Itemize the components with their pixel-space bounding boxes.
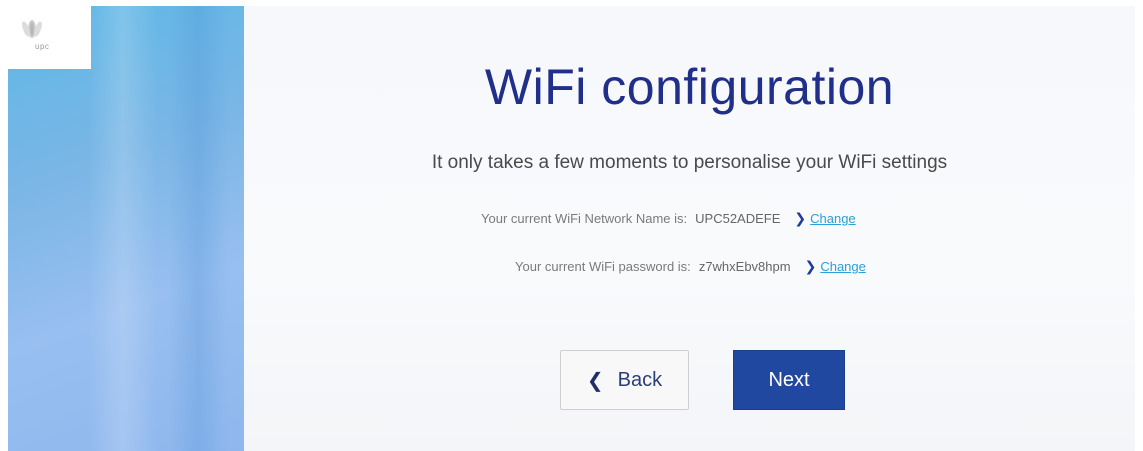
- chevron-left-icon: ❮: [586, 369, 604, 392]
- page-title: WiFi configuration: [484, 59, 895, 115]
- panel-dark-streak: [168, 6, 228, 451]
- password-row: Your current WiFi password is: z7whxEbv8h…: [515, 258, 866, 275]
- back-button[interactable]: ❮ Back: [560, 350, 689, 410]
- brand-logo: upc: [8, 6, 91, 69]
- chevron-right-icon[interactable]: ❯: [794, 210, 806, 227]
- logo-text: upc: [35, 42, 50, 51]
- network-name-label: Your current WiFi Network Name is:: [481, 211, 688, 226]
- change-password-link[interactable]: Change: [820, 259, 866, 274]
- password-value: z7whxEbv8hpm: [698, 259, 791, 274]
- panel-light-streak: [88, 6, 158, 451]
- chevron-right-icon[interactable]: ❯: [805, 258, 817, 275]
- page-subtitle: It only takes a few moments to personali…: [431, 152, 948, 173]
- network-name-row: Your current WiFi Network Name is: UPC52A…: [481, 210, 856, 227]
- next-button[interactable]: Next: [733, 350, 845, 410]
- side-decorative-panel: [8, 6, 244, 451]
- next-button-label: Next: [768, 368, 810, 391]
- upc-logo-icon: [22, 20, 42, 38]
- network-name-value: UPC52ADEFE: [695, 211, 781, 226]
- change-network-name-link[interactable]: Change: [810, 211, 856, 226]
- password-label: Your current WiFi password is:: [515, 259, 691, 274]
- main-content: WiFi configuration It only takes a few m…: [244, 6, 1135, 451]
- back-button-label: Back: [617, 368, 663, 391]
- wifi-setup-page: upc WiFi configuration It only takes a f…: [8, 6, 1135, 451]
